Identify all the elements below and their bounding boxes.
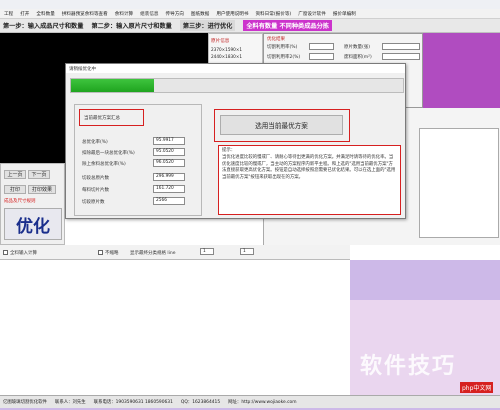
menu-item[interactable]: 传导方向: [166, 11, 184, 17]
status-item: 联系人：刘先生: [54, 400, 86, 405]
print-button[interactable]: 打印: [4, 185, 26, 194]
status-item: 联系电话：1903590631 1860590631: [93, 400, 173, 405]
field-label: 切段总原片数: [82, 176, 109, 181]
step-bar: 第一步：输入成品尺寸和数量 第二步：输入原片尺寸和数量 第三步：进行优化 全料有…: [0, 19, 500, 33]
print-preview-button[interactable]: 打印效果: [28, 185, 56, 194]
waste-label: 废料面积(m²): [344, 55, 372, 60]
menu-item[interactable]: 全料数量: [36, 11, 54, 17]
best-plan-summary-group: 当前最优方案汇总 总优化率(%) 95.9917 扣除最后一块总优化率(%) 9…: [74, 104, 202, 216]
hint-title: 提示：: [222, 148, 236, 153]
menu-item[interactable]: 组装信息: [140, 11, 158, 17]
field-label: 切段原片数: [82, 200, 105, 205]
step-2-tab[interactable]: 第二步：输入原片尺寸和数量: [91, 21, 171, 30]
count-field[interactable]: [382, 43, 420, 50]
next-page-button[interactable]: 下一页: [28, 170, 50, 179]
size-rule-text: 成品及尺寸规则: [4, 199, 36, 204]
best-plan-title-box: 当前最优方案汇总: [79, 109, 144, 126]
status-item[interactable]: 网址：http://www.wojiaoke.com: [228, 399, 296, 405]
show-spec-label: 显示最终分类规格 line: [130, 251, 176, 256]
waste-field[interactable]: [382, 53, 420, 60]
status-item: 亿图玻璃切割优化软件: [3, 400, 47, 405]
step-3-tab[interactable]: 第三步：进行优化: [179, 20, 236, 31]
menu-item[interactable]: 报价单编制: [333, 11, 356, 17]
menu-item[interactable]: 拼料器预览余料等查看: [62, 11, 108, 17]
optimize-button[interactable]: 优化: [4, 208, 62, 240]
rate-field[interactable]: [309, 43, 334, 50]
checkbox-icon[interactable]: [98, 250, 103, 255]
count-label: 原片数量(张): [344, 45, 371, 50]
rate2-label: 切割利用率2(%): [267, 55, 301, 60]
field-label: 除上余料总优化率(%): [82, 162, 126, 167]
menu-item[interactable]: 图纸数据: [191, 11, 209, 17]
field-label: 每料切片片数: [82, 188, 109, 193]
field-value: 2566: [153, 197, 185, 205]
menu-item[interactable]: 广窗设计软件: [298, 11, 326, 17]
spin-field[interactable]: 1: [240, 248, 254, 255]
best-plan-title: 当前最优方案汇总: [84, 116, 120, 121]
options-row: 全料输入计算 不缩略 显示最终分类规格 line 1 1: [0, 245, 350, 260]
progress-fill: [71, 79, 154, 92]
field-value: 95.0520: [153, 148, 185, 156]
hint-box: 提示： 当优化进度比较的慢或厂、请耐心等待出更满的优化方案。并满足时请等待的优化…: [218, 145, 401, 215]
step-4-tab[interactable]: 全料有数量 不同种类成品分拣: [243, 20, 332, 31]
optimize-progress-bar: [70, 78, 404, 93]
prev-page-button[interactable]: 上一页: [4, 170, 26, 179]
menu-item[interactable]: 打开: [20, 11, 29, 17]
sheet-info-line: 2370×1590×1: [211, 47, 242, 52]
hint-text: 当优化进度比较的慢或厂、请耐心等待出更满的优化方案。并满足时请等待的优化率。当优…: [222, 155, 396, 180]
watermark-area: 软件技巧 php中文网: [350, 300, 500, 395]
sheet-info-title: 原片信息: [211, 39, 230, 44]
menu-item[interactable]: 资料日常(报价等): [255, 11, 291, 17]
full-material-check-label: 全料输入计算: [10, 251, 37, 256]
sheet-info-line: 2440×1830×1: [211, 54, 242, 59]
menu-bar: 工程 打开 全料数量 拼料器预览余料等查看 余料计算 组装信息 传导方向 图纸数…: [0, 9, 500, 19]
window-title-bar: [0, 0, 500, 9]
step-1-tab[interactable]: 第一步：输入成品尺寸和数量: [3, 21, 83, 30]
dialog-title: 请稍候优化中: [66, 64, 405, 73]
use-best-plan-highlight: 选用当前最优方案: [214, 109, 350, 142]
field-value: 161.720: [153, 185, 185, 193]
checkbox-icon[interactable]: [3, 250, 8, 255]
field-label: 扣除最后一块总优化率(%): [82, 151, 135, 156]
rate2-field[interactable]: [309, 53, 334, 60]
left-control-panel: 上一页 下一页 打印 打印效果 成品及尺寸规则 优化: [0, 163, 65, 245]
use-best-plan-button[interactable]: 选用当前最优方案: [220, 115, 343, 135]
field-value: 95.9917: [153, 137, 185, 145]
status-item: QQ：1623864415: [180, 400, 221, 405]
site-logo: php中文网: [460, 382, 494, 393]
field-value: 96.0520: [153, 159, 185, 167]
lower-white-area: [0, 260, 350, 395]
status-bar: 亿图玻璃切割优化软件 联系人：刘先生 联系电话：1903590631 18605…: [0, 395, 500, 408]
detail-list[interactable]: [419, 128, 499, 238]
rate-label: 切割利用率(%): [267, 45, 298, 50]
menu-item[interactable]: 余料计算: [115, 11, 133, 17]
no-abbrev-check-label: 不缩略: [105, 251, 119, 256]
menu-item[interactable]: 工程: [4, 11, 13, 17]
spin-field[interactable]: 1: [200, 248, 214, 255]
result-title: 优化结果: [267, 37, 285, 42]
optimizing-dialog: 请稍候优化中 当前最优方案汇总 总优化率(%) 95.9917 扣除最后一块总优…: [65, 63, 406, 219]
field-label: 总优化率(%): [82, 140, 108, 145]
menu-item[interactable]: 用户使用说明书: [216, 11, 248, 17]
field-value: 296.999: [153, 173, 185, 181]
watermark-text: 软件技巧: [360, 354, 457, 379]
